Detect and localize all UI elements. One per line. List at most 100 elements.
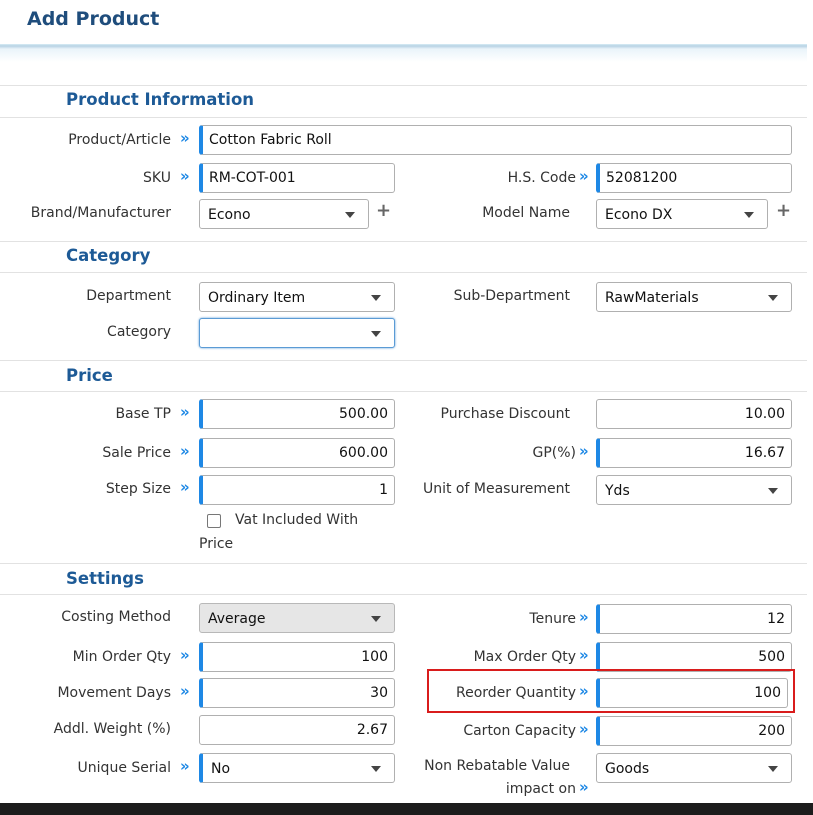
double-chevron-right-icon: » xyxy=(180,682,190,700)
divider xyxy=(0,391,807,392)
divider xyxy=(0,117,807,118)
caret-down-icon xyxy=(768,488,778,494)
reorder-quantity-input[interactable]: 100 xyxy=(596,678,788,708)
step-size-label: Step Size xyxy=(105,481,171,497)
divider xyxy=(0,85,807,86)
costing-method-value: Average xyxy=(208,611,266,627)
max-order-qty-label: Max Order Qty xyxy=(473,649,576,665)
reorder-quantity-label: Reorder Quantity xyxy=(456,685,576,701)
caret-down-icon xyxy=(371,331,381,337)
non-rebatable-select[interactable]: Goods xyxy=(596,753,792,783)
double-chevron-right-icon: » xyxy=(180,403,190,421)
sku-label: SKU xyxy=(143,170,171,186)
divider xyxy=(0,272,807,273)
caret-down-icon xyxy=(371,766,381,772)
carton-capacity-label: Carton Capacity xyxy=(463,723,576,739)
vat-included-label-line2: Price xyxy=(199,536,234,552)
max-order-qty-input[interactable]: 500 xyxy=(596,642,792,672)
section-title-settings: Settings xyxy=(66,569,144,588)
brand-value: Econo xyxy=(208,207,251,223)
min-order-qty-input[interactable]: 100 xyxy=(199,642,395,672)
double-chevron-right-icon: » xyxy=(180,167,190,185)
base-tp-input[interactable]: 500.00 xyxy=(199,399,395,429)
gp-input[interactable]: 16.67 xyxy=(596,438,792,468)
double-chevron-right-icon: » xyxy=(579,167,589,185)
tenure-input[interactable]: 12 xyxy=(596,604,792,634)
carton-capacity-input[interactable]: 200 xyxy=(596,716,792,746)
sub-department-label: Sub-Department xyxy=(453,288,570,304)
tenure-label: Tenure xyxy=(529,611,576,627)
double-chevron-right-icon: » xyxy=(579,442,589,460)
section-title-category: Category xyxy=(66,246,151,265)
divider xyxy=(0,241,807,242)
uom-value: Yds xyxy=(605,483,630,499)
hs-code-input[interactable]: 52081200 xyxy=(596,163,792,193)
min-order-qty-label: Min Order Qty xyxy=(72,649,171,665)
non-rebatable-label-line2: impact on xyxy=(505,781,576,797)
caret-down-icon xyxy=(371,616,381,622)
double-chevron-right-icon: » xyxy=(180,129,190,147)
brand-label: Brand/Manufacturer xyxy=(30,205,171,221)
title-band xyxy=(0,44,807,62)
section-title-price: Price xyxy=(66,366,113,385)
model-name-select[interactable]: Econo DX xyxy=(596,199,768,229)
non-rebatable-label-line1: Non Rebatable Value xyxy=(424,758,570,774)
divider xyxy=(0,594,807,595)
sub-department-select[interactable]: RawMaterials xyxy=(596,282,792,312)
caret-down-icon xyxy=(768,766,778,772)
double-chevron-right-icon: » xyxy=(579,646,589,664)
sub-department-value: RawMaterials xyxy=(605,290,699,306)
addl-weight-input[interactable]: 2.67 xyxy=(199,715,395,745)
caret-down-icon xyxy=(371,295,381,301)
purchase-discount-input[interactable]: 10.00 xyxy=(596,399,792,429)
add-model-plus-icon[interactable]: + xyxy=(776,202,791,220)
step-size-input[interactable]: 1 xyxy=(199,475,395,505)
uom-label: Unit of Measurement xyxy=(422,481,570,497)
double-chevron-right-icon: » xyxy=(180,478,190,496)
category-select[interactable] xyxy=(199,318,395,348)
caret-down-icon xyxy=(744,212,754,218)
brand-select[interactable]: Econo xyxy=(199,199,369,229)
purchase-discount-label: Purchase Discount xyxy=(440,406,571,422)
page-title: Add Product xyxy=(27,8,160,30)
double-chevron-right-icon: » xyxy=(579,608,589,626)
double-chevron-right-icon: » xyxy=(180,442,190,460)
base-tp-label: Base TP xyxy=(115,406,171,422)
divider xyxy=(0,563,807,564)
divider xyxy=(0,360,807,361)
department-label: Department xyxy=(86,288,171,304)
caret-down-icon xyxy=(345,212,355,218)
addl-weight-label: Addl. Weight (%) xyxy=(53,721,171,737)
category-label: Category xyxy=(107,324,171,340)
costing-method-label: Costing Method xyxy=(61,609,171,625)
double-chevron-right-icon: » xyxy=(180,757,190,775)
sale-price-input[interactable]: 600.00 xyxy=(199,438,395,468)
double-chevron-right-icon: » xyxy=(579,720,589,738)
add-brand-plus-icon[interactable]: + xyxy=(376,202,391,220)
movement-days-input[interactable]: 30 xyxy=(199,678,395,708)
gp-label: GP(%) xyxy=(532,445,576,461)
department-value: Ordinary Item xyxy=(208,290,306,306)
costing-method-select[interactable]: Average xyxy=(199,603,395,633)
double-chevron-right-icon: » xyxy=(579,682,589,700)
hs-code-label: H.S. Code xyxy=(507,170,576,186)
section-title-product-info: Product Information xyxy=(66,90,255,109)
double-chevron-right-icon: » xyxy=(579,778,589,796)
uom-select[interactable]: Yds xyxy=(596,475,792,505)
department-select[interactable]: Ordinary Item xyxy=(199,282,395,312)
unique-serial-label: Unique Serial xyxy=(77,760,171,776)
vat-included-checkbox[interactable] xyxy=(207,514,221,528)
product-name-input[interactable]: Cotton Fabric Roll xyxy=(199,125,792,155)
sale-price-label: Sale Price xyxy=(102,445,171,461)
movement-days-label: Movement Days xyxy=(57,685,171,701)
double-chevron-right-icon: » xyxy=(180,646,190,664)
sku-input[interactable]: RM-COT-001 xyxy=(199,163,395,193)
caret-down-icon xyxy=(768,295,778,301)
unique-serial-value: No xyxy=(211,761,231,777)
vat-included-label-line1: Vat Included With xyxy=(235,512,359,528)
model-name-value: Econo DX xyxy=(605,207,673,223)
product-name-label: Product/Article xyxy=(68,132,171,148)
bottom-bar xyxy=(0,803,813,815)
unique-serial-select[interactable]: No xyxy=(199,753,395,783)
model-name-label: Model Name xyxy=(482,205,570,221)
